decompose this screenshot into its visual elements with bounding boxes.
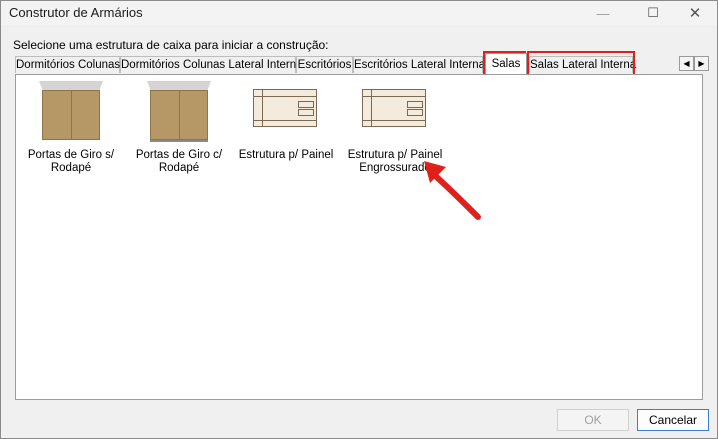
cabinet-icon xyxy=(37,81,105,141)
item-label: Portas de Giro s/ Rodapé xyxy=(27,149,115,174)
item-portas-giro-sem-rodape[interactable]: Portas de Giro s/ Rodapé xyxy=(21,81,121,175)
item-estrutura-painel[interactable]: Estrutura p/ Painel xyxy=(236,81,336,162)
tab-escritorios-lateral-interna[interactable]: Escritórios Lateral Interna xyxy=(353,56,486,73)
panel-structure-icon xyxy=(252,81,320,141)
tab-label: Dormitórios Colunas xyxy=(16,59,121,71)
item-label: Estrutura p/ Painel xyxy=(238,149,334,161)
panel-structure-icon xyxy=(361,81,429,141)
tab-salas[interactable]: Salas xyxy=(485,53,527,74)
cancel-button[interactable]: Cancelar xyxy=(637,409,709,431)
ok-button[interactable]: OK xyxy=(557,409,629,431)
tab-dormitorios-colunas-lateral-interna[interactable]: Dormitórios Colunas Lateral Interna xyxy=(120,56,303,73)
maximize-icon[interactable]: ☐ xyxy=(631,1,675,25)
tab-label: Salas xyxy=(491,58,521,70)
tab-dormitorios-colunas[interactable]: Dormitórios Colunas xyxy=(15,56,120,73)
minimize-icon[interactable]: — xyxy=(581,1,625,25)
close-icon[interactable]: ✕ xyxy=(673,1,717,25)
window-title: Construtor de Armários xyxy=(9,5,143,20)
tab-scroll-right-icon[interactable]: ▶ xyxy=(694,56,709,71)
dialog-window: Construtor de Armários — ☐ ✕ Selecione u… xyxy=(0,0,718,439)
tab-label: Dormitórios Colunas Lateral Interna xyxy=(121,59,303,71)
tab-label: Salas Lateral Interna xyxy=(530,59,637,71)
instruction-text: Selecione uma estrutura de caixa para in… xyxy=(13,38,329,52)
tab-strip: Dormitórios Colunas Dormitórios Colunas … xyxy=(15,53,709,74)
tab-label: Escritórios Lateral Interna xyxy=(354,59,486,71)
tab-label: Escritórios xyxy=(297,59,352,71)
tab-escritorios[interactable]: Escritórios xyxy=(296,56,353,73)
item-portas-giro-com-rodape[interactable]: Portas de Giro c/ Rodapé xyxy=(129,81,229,175)
tab-salas-lateral-interna[interactable]: Salas Lateral Interna xyxy=(529,56,637,73)
tab-scroll-left-icon[interactable]: ◀ xyxy=(679,56,694,71)
structure-gallery: Portas de Giro s/ Rodapé Portas de Giro … xyxy=(15,74,703,400)
cabinet-icon xyxy=(145,81,213,142)
annotation-arrow-icon xyxy=(424,161,481,220)
title-bar: Construtor de Armários — ☐ ✕ xyxy=(1,1,717,25)
item-label: Portas de Giro c/ Rodapé xyxy=(135,149,223,174)
